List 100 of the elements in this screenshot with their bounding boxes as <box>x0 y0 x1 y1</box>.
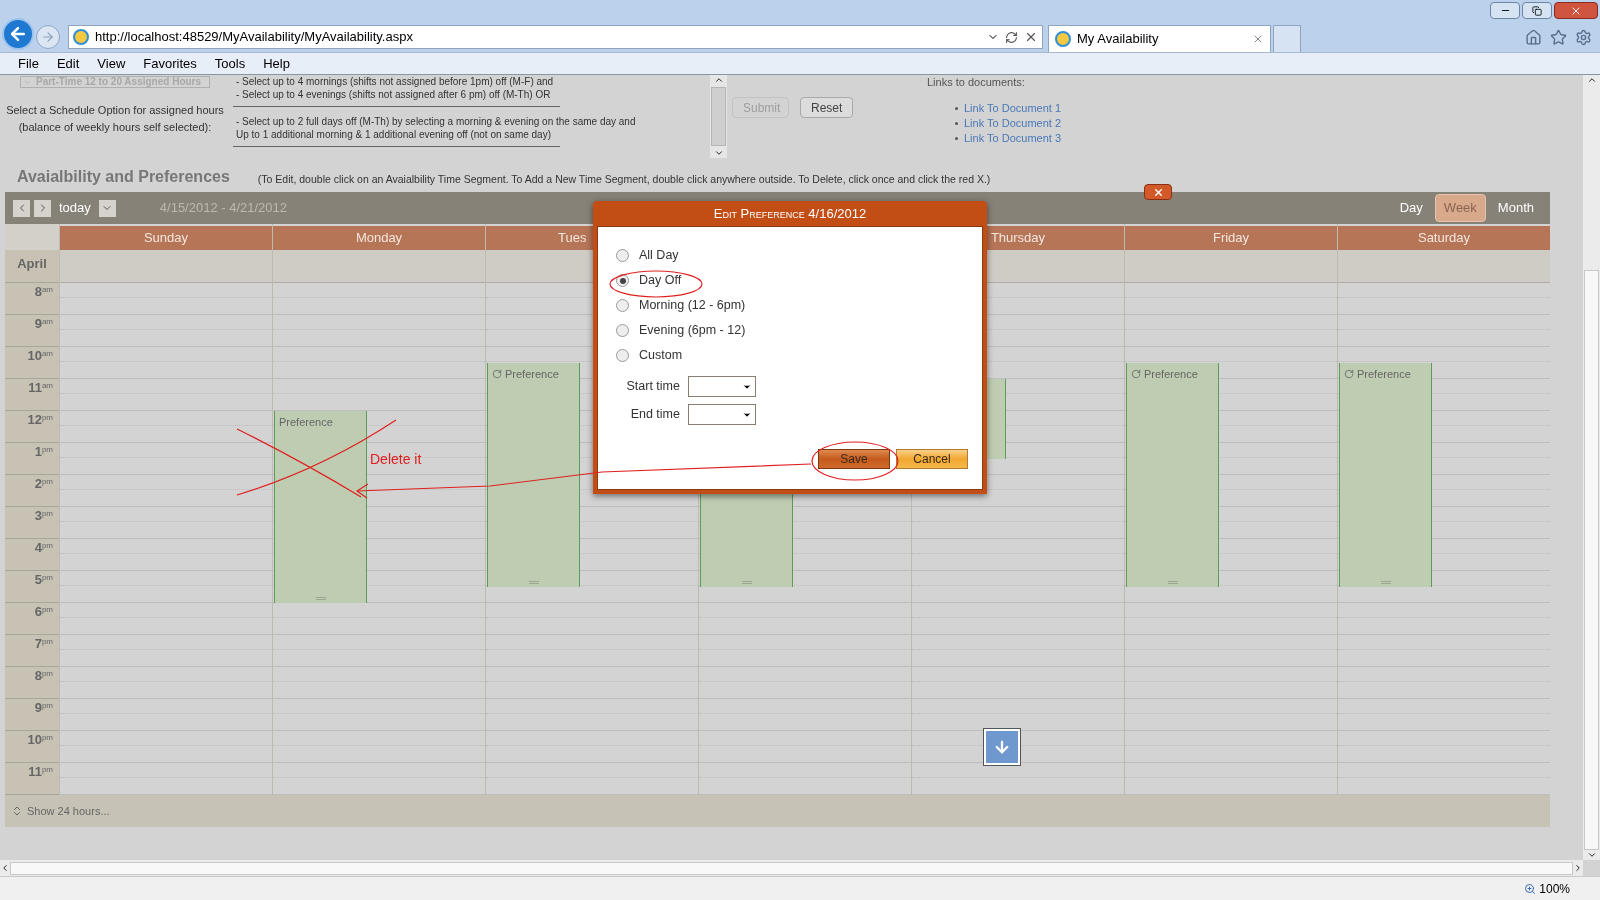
radio-button[interactable] <box>616 274 629 287</box>
annotation-text: Delete it <box>370 450 422 469</box>
event-block[interactable]: Preference <box>1339 363 1432 587</box>
tab-title: My Availability <box>1077 29 1160 48</box>
view-tab[interactable]: Week <box>1434 194 1486 222</box>
all-day-cell[interactable] <box>1338 250 1550 283</box>
scroll-right-icon[interactable] <box>1573 863 1583 873</box>
radio-button[interactable] <box>616 324 629 337</box>
links-heading: Links to documents: <box>927 76 1026 89</box>
reset-button[interactable]: Reset <box>800 97 854 118</box>
all-day-cell[interactable] <box>273 250 485 283</box>
option-label: Day Off <box>639 272 682 290</box>
zoom-icon <box>1524 882 1537 895</box>
option-text: - Select up to 2 full days off (M-Th) by selecting a morning & evening on the same day and <box>236 115 636 128</box>
address-field[interactable]: http://localhost:48529/MyAvailability/MyAvailability.aspx <box>68 25 1043 49</box>
resize-grip-icon[interactable] <box>1167 581 1178 584</box>
refresh-icon <box>1005 30 1018 44</box>
resize-grip-icon[interactable] <box>741 581 752 584</box>
scroll-down-icon[interactable] <box>1586 850 1597 860</box>
recurring-icon <box>492 369 502 380</box>
menu-item[interactable]: View <box>89 53 134 74</box>
event-label: Preference <box>505 367 559 382</box>
option-text: Up to 1 additional morning & 1 additional evening off (not on same day) <box>236 128 551 141</box>
document-link[interactable]: Link To Document 2 <box>964 115 1062 132</box>
expand-icon <box>11 805 23 817</box>
hour-label: 11$^{pm}$ <box>28 764 53 781</box>
close-button[interactable] <box>1554 2 1598 19</box>
resize-grip-icon[interactable] <box>1380 581 1391 584</box>
hour-label: 8$^{pm}$ <box>34 668 53 685</box>
time-select[interactable] <box>688 404 756 425</box>
radio-button[interactable] <box>616 249 629 262</box>
date-picker-button[interactable] <box>98 199 116 217</box>
hour-label: 7$^{pm}$ <box>34 636 53 653</box>
scroll-up-icon[interactable] <box>713 75 724 85</box>
restore-icon <box>1532 5 1542 16</box>
back-button[interactable] <box>2 18 34 50</box>
favorites-icon[interactable] <box>1550 28 1567 46</box>
bullet-icon <box>955 122 958 125</box>
hour-label: 6$^{pm}$ <box>34 604 53 621</box>
browser-tab[interactable]: My Availability <box>1048 24 1271 52</box>
hint-text: (To Edit, double click on an Avaialbility Time Segment. To Add a New Time Segment, double click anywhere outside. To Delete, click once and click the red X.) <box>257 172 991 188</box>
event-block[interactable]: Preference <box>487 363 580 587</box>
all-day-cell[interactable] <box>1125 250 1337 283</box>
option-text: - Select up to 4 evenings (shifts not assigned after 6 pm) off (M-Th) OR <box>236 88 551 101</box>
hour-label: 10$^{pm}$ <box>27 732 53 749</box>
hour-label: 5$^{pm}$ <box>34 572 53 589</box>
radio-button[interactable] <box>616 349 629 362</box>
event-block[interactable]: Preference <box>274 411 367 603</box>
delete-button[interactable] <box>1144 184 1172 200</box>
url-text: http://localhost:48529/MyAvailability/MyAvailability.aspx <box>95 28 414 47</box>
event-block[interactable]: Preference <box>1126 363 1219 587</box>
back-icon <box>8 24 28 44</box>
label-text: Select a Schedule Option for assigned hours <box>6 103 224 118</box>
home-icon[interactable] <box>1525 28 1542 46</box>
hour-label: 9$^{pm}$ <box>34 700 53 717</box>
event-label: Preference <box>1357 367 1411 382</box>
hour-label: 11$^{am}$ <box>28 380 53 397</box>
cancel-button[interactable]: Cancel <box>896 449 968 469</box>
hour-label: 12$^{pm}$ <box>27 412 53 429</box>
view-tab[interactable]: Month <box>1489 195 1542 221</box>
page-icon <box>73 29 89 45</box>
next-button[interactable] <box>34 199 51 217</box>
radio-button[interactable] <box>616 299 629 312</box>
all-day-cell[interactable] <box>60 250 272 283</box>
settings-icon[interactable] <box>1575 28 1592 46</box>
menu-item[interactable]: File <box>10 53 47 74</box>
menu-item[interactable]: Edit <box>48 53 88 74</box>
scroll-left-icon[interactable] <box>0 863 10 873</box>
recurring-icon <box>1131 369 1141 380</box>
page-icon <box>1055 30 1071 47</box>
show-hours-link[interactable]: Show 24 hours... <box>27 802 110 820</box>
scrollbar[interactable] <box>710 75 727 158</box>
view-tab[interactable]: Day <box>1391 195 1431 221</box>
vertical-scrollbar[interactable] <box>1583 75 1600 860</box>
save-button[interactable]: Save <box>818 449 890 469</box>
horizontal-scrollbar[interactable] <box>0 860 1583 876</box>
document-link[interactable]: Link To Document 1 <box>964 100 1062 117</box>
menu-item[interactable]: Favorites <box>135 53 205 74</box>
previous-button[interactable] <box>13 199 30 217</box>
time-select[interactable] <box>688 376 756 397</box>
forward-button[interactable] <box>36 25 60 49</box>
recurring-icon <box>1344 369 1354 380</box>
new-tab-button[interactable] <box>1273 24 1301 52</box>
scroll-down-icon[interactable] <box>713 148 724 158</box>
scroll-up-icon[interactable] <box>1586 75 1597 85</box>
resize-grip-icon[interactable] <box>528 581 539 584</box>
delete-icon <box>1152 186 1164 198</box>
resize-grip-icon[interactable] <box>315 597 326 600</box>
hour-label: 3$^{pm}$ <box>34 508 53 525</box>
document-link[interactable]: Link To Document 3 <box>964 130 1062 147</box>
restore-button[interactable] <box>1522 2 1552 19</box>
hour-label: 4$^{pm}$ <box>34 540 53 557</box>
bullet-icon <box>955 137 958 140</box>
menu-item[interactable]: Tools <box>206 53 254 74</box>
menu-item[interactable]: Help <box>255 53 298 74</box>
scroll-down-button[interactable] <box>983 728 1021 766</box>
zoom-level[interactable]: 100% <box>1539 879 1570 898</box>
month-label: April <box>17 255 47 273</box>
today-button[interactable]: today <box>55 198 95 218</box>
arrow-down-icon <box>993 738 1011 756</box>
